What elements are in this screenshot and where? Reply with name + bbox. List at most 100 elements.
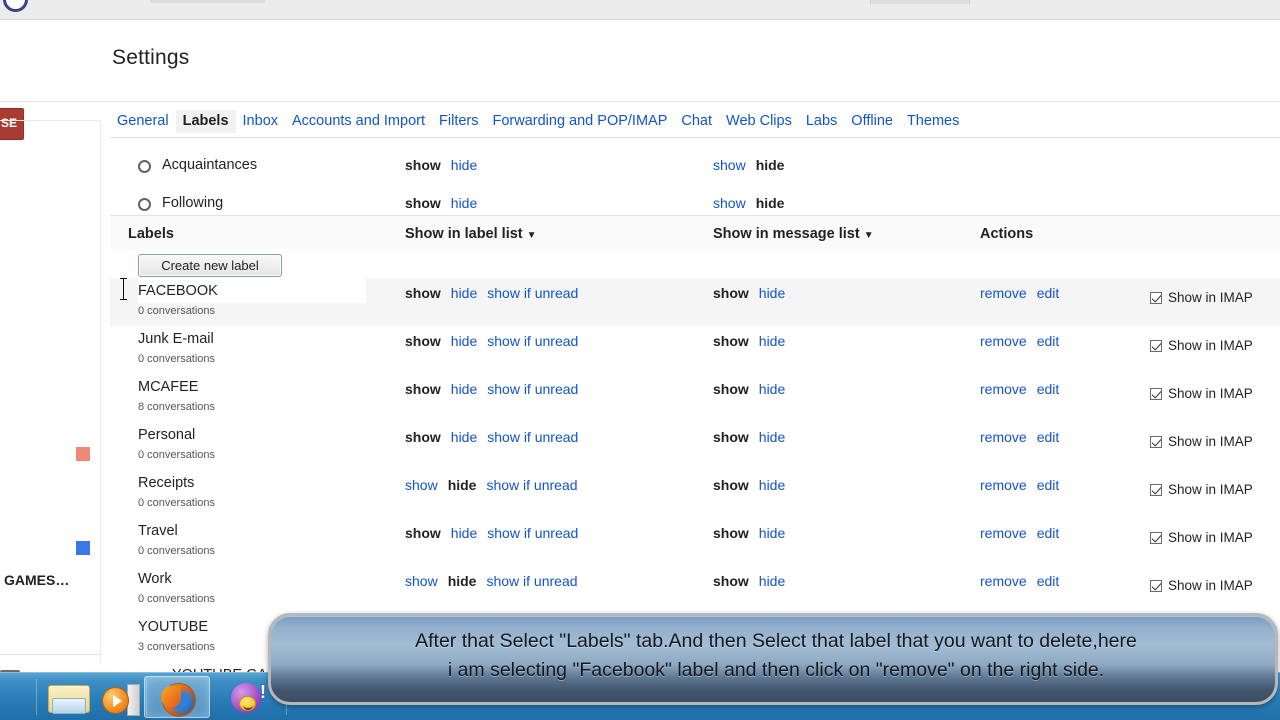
- show-in-imap-label: Show in IMAP: [1168, 386, 1253, 401]
- label-color-swatch-red[interactable]: [76, 447, 90, 461]
- column-header-show-in-message-list[interactable]: Show in message list ▼: [713, 226, 874, 242]
- message-list-hide-link[interactable]: hide: [759, 285, 785, 301]
- action-edit-link[interactable]: edit: [1037, 429, 1060, 445]
- label-list-hide-link[interactable]: hide: [451, 381, 477, 397]
- label-list-links: show hide show if unread: [405, 429, 588, 447]
- label-list-show-if-unread-link[interactable]: show if unread: [486, 573, 577, 589]
- tab-themes[interactable]: Themes: [900, 110, 966, 133]
- show-in-imap-checkbox[interactable]: Show in IMAP: [1150, 434, 1253, 449]
- label-list-links: show hide show if unread: [405, 525, 588, 543]
- label-list-hide-link[interactable]: hide: [451, 525, 477, 541]
- tab-labs[interactable]: Labs: [799, 110, 844, 133]
- browser-tab-fragment-secondary[interactable]: [870, 0, 970, 4]
- label-name[interactable]: MCAFEE: [138, 379, 198, 395]
- tab-inbox[interactable]: Inbox: [236, 110, 285, 133]
- label-list-show-if-unread-link[interactable]: show if unread: [487, 525, 578, 541]
- message-list-hide-link[interactable]: hide: [759, 573, 785, 589]
- show-in-imap-checkbox[interactable]: Show in IMAP: [1150, 578, 1253, 593]
- label-list-hide-link[interactable]: hide: [451, 429, 477, 445]
- label-list-show-link[interactable]: show: [405, 573, 438, 589]
- message-list-hide-link[interactable]: hide: [759, 429, 785, 445]
- message-list-hide-link[interactable]: hide: [759, 381, 785, 397]
- label-row[interactable]: Work 0 conversations show hide show if unrea…: [110, 566, 1280, 614]
- gmail-settings-page: Settings SE ) GAMES… GeneralLabelsInboxA…: [0, 20, 1280, 689]
- action-remove-link[interactable]: remove: [980, 285, 1027, 301]
- label-name[interactable]: Work: [138, 571, 172, 587]
- action-remove-link[interactable]: remove: [980, 573, 1027, 589]
- action-edit-link[interactable]: edit: [1037, 477, 1060, 493]
- label-row[interactable]: Personal 0 conversations show hide show if u…: [110, 422, 1280, 470]
- message-list-show-link[interactable]: show: [713, 157, 746, 173]
- tab-web-clips[interactable]: Web Clips: [719, 110, 799, 133]
- message-list-hide-link[interactable]: hide: [759, 477, 785, 493]
- compose-button-fragment[interactable]: SE: [0, 108, 24, 140]
- action-remove-link[interactable]: remove: [980, 381, 1027, 397]
- taskbar-item-firefox[interactable]: [144, 676, 210, 718]
- tab-labels[interactable]: Labels: [175, 110, 236, 133]
- label-list-hide-link[interactable]: hide: [451, 195, 477, 211]
- action-remove-link[interactable]: remove: [980, 333, 1027, 349]
- tab-accounts-and-import[interactable]: Accounts and Import: [285, 110, 432, 133]
- message-list-show-link: show: [713, 477, 749, 493]
- checkbox-checked-icon: [1150, 436, 1162, 448]
- label-list-show-if-unread-link[interactable]: show if unread: [487, 333, 578, 349]
- action-edit-link[interactable]: edit: [1037, 525, 1060, 541]
- action-remove-link[interactable]: remove: [980, 429, 1027, 445]
- label-list-show-if-unread-link[interactable]: show if unread: [486, 477, 577, 493]
- taskbar-separator: [36, 679, 37, 715]
- show-in-imap-checkbox[interactable]: Show in IMAP: [1150, 530, 1253, 545]
- label-name[interactable]: Junk E-mail: [138, 331, 214, 347]
- instruction-caption-bubble: After that Select "Labels" tab.And then …: [268, 613, 1278, 705]
- label-color-swatch-blue[interactable]: [76, 541, 90, 555]
- label-name[interactable]: FACEBOOK: [138, 283, 218, 299]
- action-links: remove edit: [980, 285, 1069, 303]
- show-in-imap-checkbox[interactable]: Show in IMAP: [1150, 338, 1253, 353]
- label-list-show-link: show: [405, 429, 441, 445]
- label-list-hide-link[interactable]: hide: [451, 285, 477, 301]
- screen: Settings SE ) GAMES… GeneralLabelsInboxA…: [0, 0, 1280, 720]
- message-list-show-link[interactable]: show: [713, 195, 746, 211]
- tab-offline[interactable]: Offline: [844, 110, 900, 133]
- label-name[interactable]: Personal: [138, 427, 195, 443]
- message-list-hide-link[interactable]: hide: [759, 333, 785, 349]
- column-header-show-in-label-list[interactable]: Show in label list ▼: [405, 226, 537, 242]
- message-list-hide-link[interactable]: hide: [759, 525, 785, 541]
- tab-general[interactable]: General: [110, 110, 176, 133]
- label-list-show-link: show: [405, 195, 441, 211]
- browser-tab-fragment[interactable]: [150, 0, 265, 3]
- tab-forwarding-and-pop-imap[interactable]: Forwarding and POP/IMAP: [486, 110, 675, 133]
- action-edit-link[interactable]: edit: [1037, 573, 1060, 589]
- tab-filters[interactable]: Filters: [432, 110, 485, 133]
- show-in-imap-checkbox[interactable]: Show in IMAP: [1150, 386, 1253, 401]
- label-list-hide-link[interactable]: hide: [451, 157, 477, 173]
- action-edit-link[interactable]: edit: [1037, 381, 1060, 397]
- tab-chat[interactable]: Chat: [674, 110, 719, 133]
- label-name[interactable]: YOUTUBE: [138, 619, 208, 635]
- message-list-show-link: show: [713, 573, 749, 589]
- label-list-hide-link[interactable]: hide: [451, 333, 477, 349]
- label-list-show-if-unread-link[interactable]: show if unread: [487, 381, 578, 397]
- label-list-show-if-unread-link[interactable]: show if unread: [487, 429, 578, 445]
- label-list-show-link[interactable]: show: [405, 477, 438, 493]
- action-remove-link[interactable]: remove: [980, 525, 1027, 541]
- action-links: remove edit: [980, 429, 1069, 447]
- show-in-imap-checkbox[interactable]: Show in IMAP: [1150, 482, 1253, 497]
- label-row[interactable]: Junk E-mail 0 conversations show hide show i…: [110, 326, 1280, 374]
- label-name[interactable]: Travel: [138, 523, 178, 539]
- compose-button-label: SE: [0, 116, 17, 130]
- label-row[interactable]: MCAFEE 8 conversations show hide show if unr…: [110, 374, 1280, 422]
- label-row[interactable]: Travel 0 conversations show hide show if unr…: [110, 518, 1280, 566]
- action-edit-link[interactable]: edit: [1037, 333, 1060, 349]
- label-row[interactable]: FACEBOOK 0 conversations show hide show if u…: [110, 278, 1280, 326]
- action-edit-link[interactable]: edit: [1037, 285, 1060, 301]
- action-remove-link[interactable]: remove: [980, 477, 1027, 493]
- label-list-links: show hide show if unread: [405, 381, 588, 399]
- label-list-show-if-unread-link[interactable]: show if unread: [487, 285, 578, 301]
- label-list-show-link: show: [405, 157, 441, 173]
- show-in-imap-checkbox[interactable]: Show in IMAP: [1150, 290, 1253, 305]
- sidebar-item-youtube-games[interactable]: GAMES…: [4, 572, 69, 588]
- label-row[interactable]: Receipts 0 conversations show hide show if u…: [110, 470, 1280, 518]
- label-name[interactable]: Receipts: [138, 475, 194, 491]
- create-new-label-button[interactable]: Create new label: [138, 254, 282, 277]
- circle-name: Following: [162, 195, 224, 211]
